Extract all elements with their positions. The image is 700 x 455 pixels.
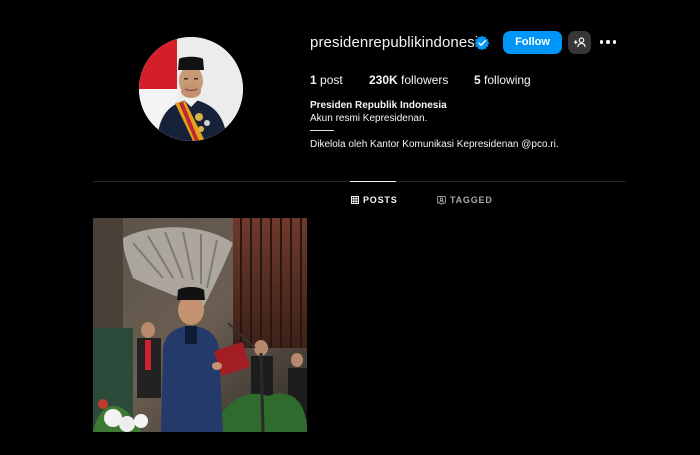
following-count: 5 [474,73,481,87]
profile-avatar[interactable] [139,37,243,141]
posts-stat: 1 post [310,72,343,88]
posts-count: 1 [310,73,317,87]
followers-count: 230K [369,73,398,87]
add-person-icon [573,37,586,48]
tab-tagged[interactable]: TAGGED [437,195,493,205]
followers-stat[interactable]: 230K followers [369,72,448,88]
tab-posts-label: POSTS [363,195,398,205]
avatar-portrait-image [139,37,243,141]
profile-full-name: Presiden Republik Indonesia [310,100,447,111]
more-options-icon[interactable] [598,34,618,50]
bio-divider [310,130,334,131]
following-label: following [484,73,531,87]
profile-page: presidenrepublikindonesia Follow 1 post … [0,0,700,455]
verified-badge-icon [474,35,490,51]
profile-username: presidenrepublikindonesia [310,34,487,51]
tag-person-icon [437,195,446,205]
grid-icon [351,196,359,204]
tab-tagged-label: TAGGED [450,195,493,205]
tab-posts[interactable]: POSTS [351,195,398,205]
post-thumbnail[interactable] [93,218,307,432]
profile-bio-line: Akun resmi Kepresidenan. [310,113,428,124]
post-image [93,218,307,432]
suggested-accounts-button[interactable] [568,31,591,54]
profile-bio-managed-by[interactable]: Dikelola oleh Kantor Komunikasi Kepresid… [310,138,559,151]
followers-label: followers [401,73,449,87]
posts-label: post [320,73,343,87]
active-tab-indicator [350,181,396,182]
follow-button[interactable]: Follow [503,31,562,54]
following-stat[interactable]: 5 following [474,72,531,88]
